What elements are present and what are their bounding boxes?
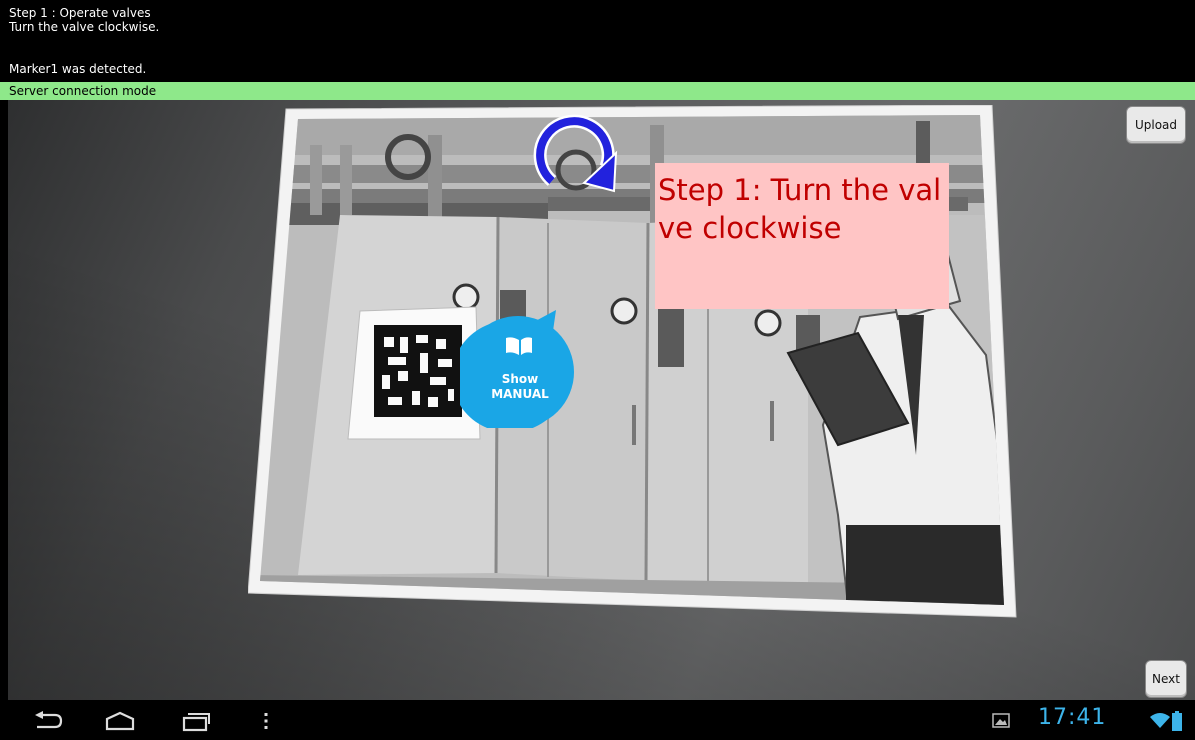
menu-icon: [264, 713, 268, 729]
step-instruction: Turn the valve clockwise.: [9, 20, 160, 34]
recent-apps-icon: [182, 713, 210, 732]
instruction-panel: Step 1 : Operate valves Turn the valve c…: [0, 0, 1195, 82]
battery-icon: [1172, 711, 1182, 731]
step-instruction-box: Step 1: Turn the valve clockwise: [655, 163, 949, 309]
step-title: Step 1 : Operate valves: [9, 6, 151, 20]
back-icon: [35, 711, 63, 729]
wifi-icon: [1150, 713, 1170, 728]
home-icon: [105, 711, 135, 731]
menu-button[interactable]: [256, 706, 276, 736]
gallery-icon: [992, 713, 1010, 728]
manual-label-line2: MANUAL: [491, 387, 549, 401]
next-button[interactable]: Next: [1145, 660, 1187, 698]
clockwise-rotate-arrow-icon: [533, 114, 618, 193]
connection-mode-bar: Server connection mode: [0, 82, 1195, 100]
marker-status: Marker1 was detected.: [9, 62, 147, 76]
upload-button[interactable]: Upload: [1126, 106, 1186, 144]
recent-apps-button[interactable]: [176, 706, 216, 736]
system-nav-bar: 17:41: [0, 700, 1195, 740]
ar-app-screen: Step 1 : Operate valves Turn the valve c…: [0, 0, 1195, 740]
home-button[interactable]: [100, 706, 140, 736]
back-button[interactable]: [28, 706, 68, 736]
manual-label-line1: Show: [501, 372, 539, 386]
show-manual-button[interactable]: Show MANUAL: [451, 310, 582, 433]
status-clock: 17:41: [1038, 705, 1107, 730]
